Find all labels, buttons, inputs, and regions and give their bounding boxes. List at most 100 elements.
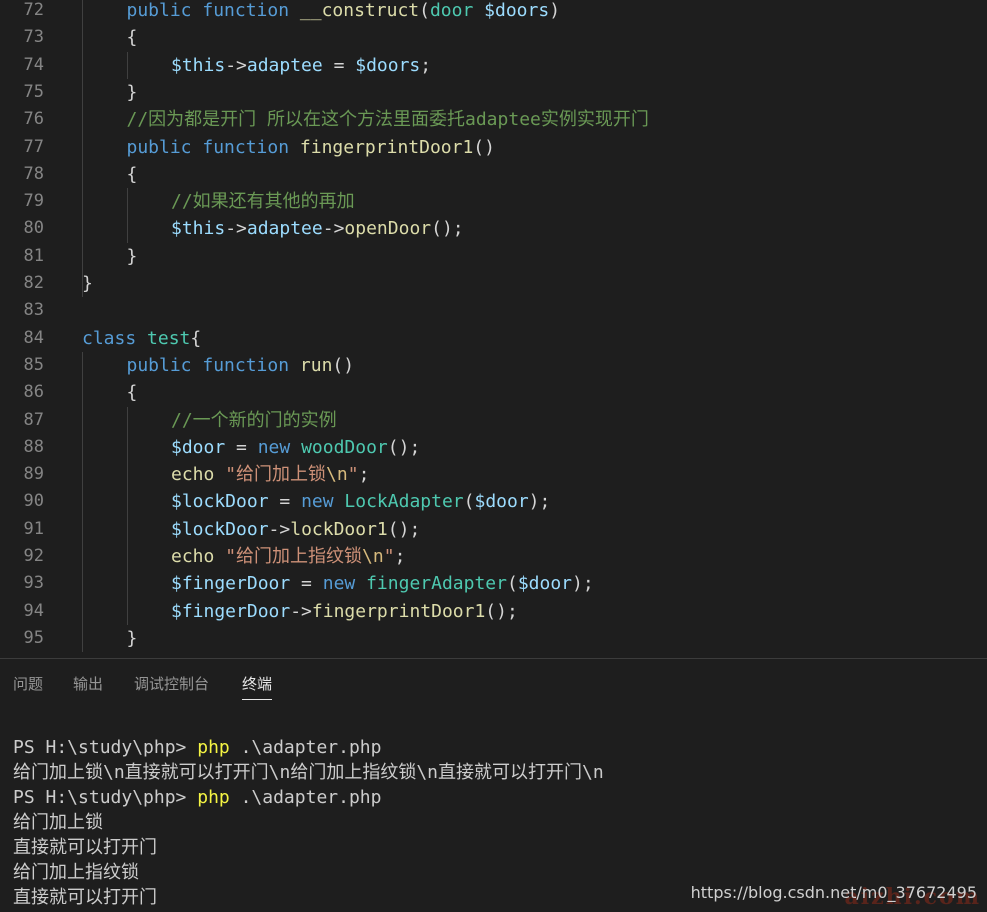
code-token: fingerAdapter bbox=[366, 573, 507, 595]
code-line: //一个新的门的实例 bbox=[171, 407, 337, 434]
code-line: { bbox=[127, 24, 138, 51]
code-line: class test{ bbox=[82, 325, 201, 352]
code-token: new bbox=[301, 491, 345, 513]
line-number: 84 bbox=[23, 327, 44, 348]
code-token: $door bbox=[517, 573, 573, 595]
code-token: door bbox=[429, 0, 485, 21]
line-number: 79 bbox=[23, 191, 44, 212]
code-token: -> bbox=[225, 54, 247, 76]
code-token: $door bbox=[474, 491, 529, 513]
code-token: " bbox=[383, 546, 395, 567]
terminal-text: 直接就可以打开门 bbox=[13, 837, 157, 858]
code-token: "给门加上锁 bbox=[225, 464, 327, 486]
code-token: function bbox=[202, 0, 300, 21]
code-line: echo "给门加上锁\n"; bbox=[171, 461, 369, 488]
code-token: } bbox=[126, 245, 138, 267]
code-token: $doors bbox=[484, 0, 550, 21]
code-token: { bbox=[190, 327, 202, 349]
bottom-panel: 问题 输出 调试控制台 终端 PS H:\study\php> php .\ad… bbox=[0, 658, 987, 912]
code-token: \n bbox=[326, 464, 348, 486]
tab-output[interactable]: 输出 bbox=[73, 673, 103, 699]
code-line: public function __construct(door $doors) bbox=[127, 0, 561, 24]
code-token: = bbox=[290, 573, 323, 595]
code-line: public function fingerprintDoor1() bbox=[127, 134, 495, 161]
line-number: 81 bbox=[23, 245, 44, 266]
indent-guide bbox=[126, 188, 128, 243]
code-token: ) bbox=[549, 0, 561, 21]
line-number: 90 bbox=[23, 491, 44, 512]
terminal-text: 给门加上指纹锁 bbox=[13, 862, 139, 883]
tab-terminal[interactable]: 终端 bbox=[242, 673, 273, 700]
line-number: 72 bbox=[23, 0, 44, 20]
code-token: function bbox=[202, 354, 300, 376]
line-number: 89 bbox=[23, 464, 44, 485]
line-number: 80 bbox=[23, 218, 44, 239]
line-number: 86 bbox=[23, 382, 44, 403]
line-number-gutter: 72 73 74 75 76 77 78 79 80 81 82 83 84 85 86 87 88 89 90 91… bbox=[0, 0, 60, 658]
terminal-prompt: PS H:\study\php> bbox=[13, 787, 198, 808]
code-token: } bbox=[126, 81, 138, 103]
terminal-text: 给门加上锁 bbox=[13, 812, 103, 833]
code-token: } bbox=[126, 627, 138, 649]
tab-debug-console[interactable]: 调试控制台 bbox=[134, 673, 209, 699]
terminal-argument: .\adapter.php bbox=[229, 737, 382, 758]
code-line: //如果还有其他的再加 bbox=[171, 188, 355, 215]
code-token: ( bbox=[419, 0, 430, 21]
code-token: new bbox=[257, 436, 302, 458]
code-area[interactable]: public function __construct(door $doors)… bbox=[82, 0, 987, 658]
code-line: $door = new woodDoor(); bbox=[171, 434, 420, 461]
code-token: public bbox=[126, 0, 203, 21]
indent-guide bbox=[82, 0, 83, 298]
code-line: } bbox=[82, 270, 93, 297]
code-token: function bbox=[202, 136, 300, 158]
code-line: } bbox=[127, 243, 138, 270]
code-token: -> bbox=[268, 518, 291, 540]
code-line: public function run() bbox=[127, 352, 355, 379]
code-line: } bbox=[127, 625, 138, 652]
code-line: { bbox=[127, 161, 138, 188]
terminal-text: 给门加上锁\n直接就可以打开门\n给门加上指纹锁\n直接就可以打开门\n bbox=[13, 762, 604, 783]
code-line: { bbox=[127, 379, 138, 406]
code-line: $fingerDoor->fingerprintDoor1(); bbox=[171, 598, 518, 625]
terminal-argument: .\adapter.php bbox=[229, 787, 382, 808]
line-number: 94 bbox=[23, 600, 44, 621]
code-token: -> bbox=[322, 218, 345, 240]
line-number: 93 bbox=[23, 573, 44, 594]
line-number: 85 bbox=[23, 354, 44, 375]
code-editor[interactable]: 72 73 74 75 76 77 78 79 80 81 82 83 84 85 86 87 88 89 90 91… bbox=[0, 0, 987, 658]
line-number: 88 bbox=[23, 436, 44, 457]
code-token: = bbox=[322, 54, 356, 76]
code-line: $fingerDoor = new fingerAdapter($door); bbox=[171, 570, 594, 597]
code-token: ; bbox=[420, 54, 432, 76]
line-number: 77 bbox=[23, 136, 44, 157]
line-number: 82 bbox=[23, 273, 44, 293]
code-token: public bbox=[126, 354, 203, 376]
code-token: \n bbox=[362, 546, 384, 567]
line-number: 95 bbox=[23, 627, 44, 648]
line-number: 92 bbox=[23, 546, 44, 566]
code-token: "给门加上指纹锁 bbox=[225, 546, 363, 567]
code-token: openDoor bbox=[344, 218, 432, 240]
code-token: run bbox=[299, 354, 333, 376]
terminal-command: php bbox=[197, 737, 230, 758]
code-token: lockDoor1 bbox=[290, 518, 388, 540]
code-token: fingerprintDoor1 bbox=[299, 136, 474, 158]
terminal-line: PS H:\study\php> php .\adapter.php bbox=[13, 735, 987, 760]
terminal-prompt: PS H:\study\php> bbox=[13, 737, 198, 758]
code-token: LockAdapter bbox=[344, 491, 464, 513]
terminal-line: 直接就可以打开门 bbox=[13, 835, 987, 860]
code-token: = bbox=[225, 436, 258, 458]
terminal-line: 给门加上指纹锁 bbox=[13, 860, 987, 885]
code-token: //如果还有其他的再加 bbox=[171, 191, 355, 213]
line-number: 78 bbox=[23, 163, 44, 184]
line-number: 74 bbox=[23, 54, 44, 75]
code-line: $this->adaptee->openDoor(); bbox=[171, 215, 464, 242]
code-token: ); bbox=[572, 573, 594, 595]
code-token: -> bbox=[225, 218, 247, 240]
code-line: $lockDoor->lockDoor1(); bbox=[171, 516, 420, 543]
code-token: adaptee bbox=[246, 218, 323, 240]
code-token: echo bbox=[171, 464, 226, 486]
code-token: ; bbox=[358, 464, 370, 486]
code-token: __construct bbox=[299, 0, 420, 21]
tab-problems[interactable]: 问题 bbox=[13, 673, 43, 699]
